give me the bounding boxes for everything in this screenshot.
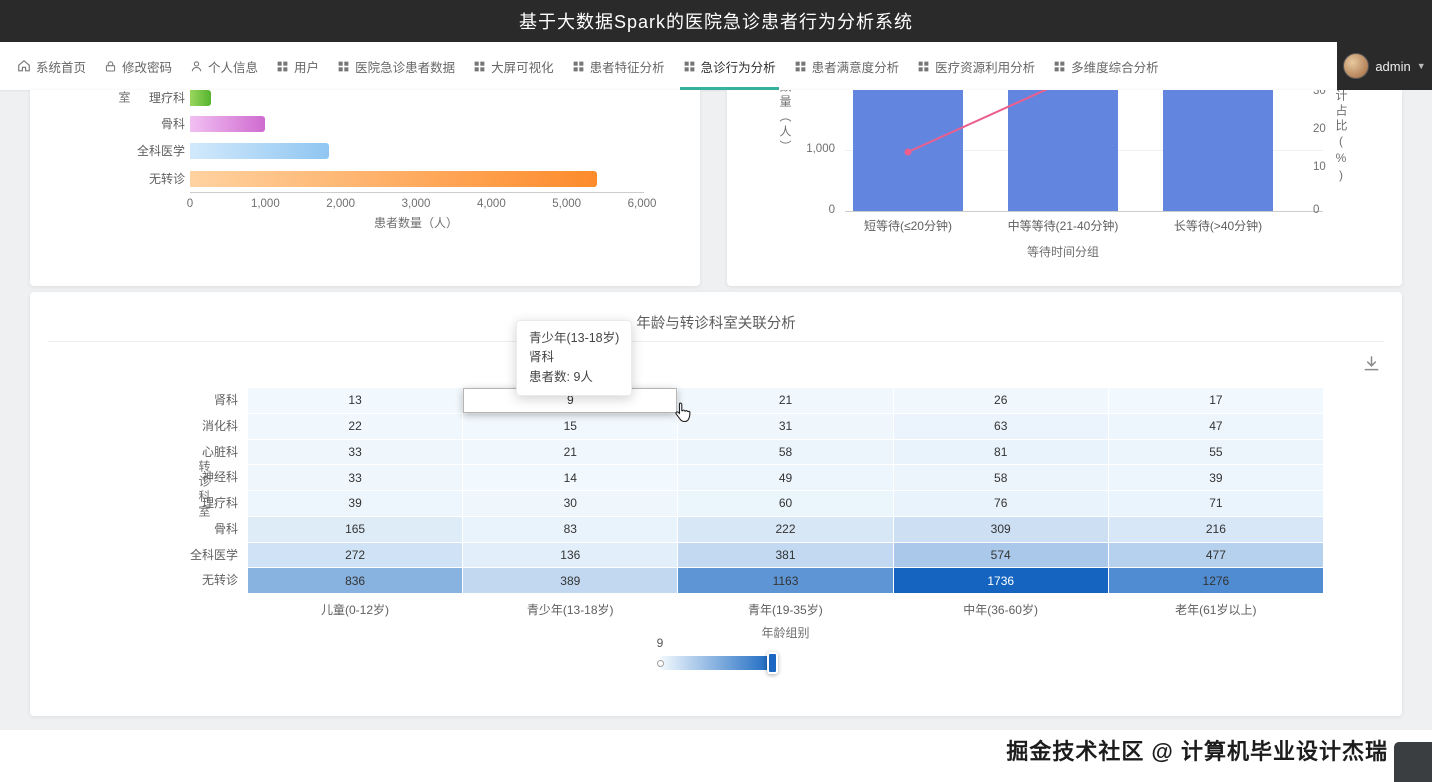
nav-item-个人信息[interactable]: 个人信息 xyxy=(181,42,267,90)
nav-item-大屏可视化[interactable]: 大屏可视化 xyxy=(464,42,563,90)
right-y-tick-label: 10 xyxy=(1313,161,1347,173)
watermark-text: 掘金技术社区 @ 计算机毕业设计杰瑞 xyxy=(1006,734,1388,766)
right-y-tick-label: 0 xyxy=(1313,204,1347,216)
x-tick-label: 4,000 xyxy=(463,198,519,210)
nav-item-label: 患者满意度分析 xyxy=(812,57,900,76)
avatar xyxy=(1343,53,1369,79)
left-y-tick-label: 0 xyxy=(775,204,835,216)
nav-item-label: 修改密码 xyxy=(122,57,172,76)
chevron-down-icon: ▼ xyxy=(1417,61,1426,71)
heatmap-row-label: 全科医学 xyxy=(90,543,238,568)
x-axis-ticks: 0 1,000 2,000 3,000 4,000 5,000 6,000 xyxy=(30,90,700,286)
visualmap-value-label: 9 xyxy=(642,636,678,650)
tooltip-department: 肾科 xyxy=(529,348,619,367)
heatmap-row-label: 神经科 xyxy=(90,465,238,490)
heatmap-col-label: 老年(61岁以上) xyxy=(1109,601,1323,618)
x-tick-label: 0 xyxy=(162,198,218,210)
nav-item-医院急诊患者数据[interactable]: 医院急诊患者数据 xyxy=(328,42,464,90)
grid-icon xyxy=(794,60,807,73)
heatmap-row-label: 消化科 xyxy=(90,414,238,439)
nav-item-系统首页[interactable]: 系统首页 xyxy=(8,42,95,90)
heatmap-col-label: 青年(19-35岁) xyxy=(678,601,892,618)
nav-item-label: 患者特征分析 xyxy=(590,57,665,76)
nav-item-label: 大屏可视化 xyxy=(491,57,554,76)
nav-item-患者满意度分析[interactable]: 患者满意度分析 xyxy=(785,42,909,90)
nav-item-label: 急诊行为分析 xyxy=(701,57,776,76)
x-tick-label: 3,000 xyxy=(388,198,444,210)
right-y-tick-label: 30 xyxy=(1313,90,1347,97)
grid-icon xyxy=(917,60,930,73)
grid-icon xyxy=(572,60,585,73)
nav-item-label: 系统首页 xyxy=(36,57,86,76)
lock-icon xyxy=(104,60,117,73)
visualmap-value-indicator xyxy=(657,660,664,667)
heatmap-col-label: 儿童(0-12岁) xyxy=(248,601,462,618)
heatmap-row-label: 骨科 xyxy=(90,517,238,542)
user-menu[interactable]: admin ▼ xyxy=(1337,42,1432,90)
card-wait-time-chart: 患者数量（人） 累计占比(%) 短等待(≤20分钟)中等等待(21-40分钟)长… xyxy=(727,90,1402,286)
x-axis-name: 患者数量（人） xyxy=(190,214,642,231)
heatmap-row-label: 肾科 xyxy=(90,388,238,413)
nav-item-多维度综合分析[interactable]: 多维度综合分析 xyxy=(1044,42,1168,90)
heatmap-tooltip: 青少年(13-18岁) 肾科 患者数: 9人 xyxy=(516,320,632,396)
user-icon xyxy=(190,60,203,73)
grid-icon xyxy=(337,60,350,73)
grid-icon xyxy=(1053,60,1066,73)
app-title: 基于大数据Spark的医院急诊患者行为分析系统 xyxy=(519,8,913,34)
nav-item-label: 个人信息 xyxy=(208,57,258,76)
nav-bar: 系统首页 修改密码 个人信息 用户 医院急诊患者数据 大屏可视化 患者特征分析 急诊行为分析 患… xyxy=(0,42,1337,90)
title-bar: 基于大数据Spark的医院急诊患者行为分析系统 xyxy=(0,0,1432,42)
nav-item-医疗资源利用分析[interactable]: 医疗资源利用分析 xyxy=(908,42,1044,90)
x-axis-name: 年龄组别 xyxy=(248,624,1323,641)
user-name: admin xyxy=(1375,59,1410,74)
card-age-dept-heatmap: 年龄与转诊科室关联分析 转诊科室 13921261722153163473321… xyxy=(30,292,1402,716)
x-tick-label: 6,000 xyxy=(614,198,670,210)
tooltip-age-group: 青少年(13-18岁) xyxy=(529,329,619,348)
x-tick-label: 1,000 xyxy=(237,198,293,210)
x-axis-name: 等待时间分组 xyxy=(973,243,1153,260)
grid-icon xyxy=(276,60,289,73)
nav-item-label: 多维度综合分析 xyxy=(1071,57,1159,76)
grid-icon xyxy=(473,60,486,73)
heatmap-row-label: 理疗科 xyxy=(90,491,238,516)
home-icon xyxy=(17,59,31,73)
nav-item-label: 医院急诊患者数据 xyxy=(355,57,455,76)
nav-item-急诊行为分析[interactable]: 急诊行为分析 xyxy=(674,42,785,90)
corner-overlay[interactable] xyxy=(1394,742,1432,782)
visualmap-handle[interactable] xyxy=(767,652,778,674)
nav-item-用户[interactable]: 用户 xyxy=(267,42,328,90)
visualmap-gradient-bar[interactable] xyxy=(660,656,775,670)
tooltip-value: 患者数: 9人 xyxy=(529,368,619,387)
nav-menu: 系统首页 修改密码 个人信息 用户 医院急诊患者数据 大屏可视化 患者特征分析 急诊行为分析 患… xyxy=(8,42,1168,90)
nav-item-修改密码[interactable]: 修改密码 xyxy=(95,42,181,90)
heatmap-col-label: 青少年(13-18岁) xyxy=(463,601,677,618)
nav-item-label: 用户 xyxy=(294,57,319,76)
right-y-tick-label: 20 xyxy=(1313,123,1347,135)
card-referral-bar-chart: 转诊科室 理疗科骨科全科医学无转诊 01,0002,0003,0004,0005… xyxy=(30,90,700,286)
heatmap-row-label: 心脏科 xyxy=(90,440,238,465)
nav-item-label: 医疗资源利用分析 xyxy=(935,57,1035,76)
x-tick-label: 5,000 xyxy=(539,198,595,210)
x-tick-label: 2,000 xyxy=(313,198,369,210)
heatmap-axis-labels: 肾科消化科心脏科神经科理疗科骨科全科医学无转诊儿童(0-12岁)青少年(13-1… xyxy=(30,292,1402,716)
heatmap-row-label: 无转诊 xyxy=(90,568,238,593)
left-y-tick-label: 1,000 xyxy=(775,143,835,155)
heatmap-col-label: 中年(36-60岁) xyxy=(894,601,1108,618)
nav-item-患者特征分析[interactable]: 患者特征分析 xyxy=(563,42,674,90)
grid-icon xyxy=(683,60,696,73)
